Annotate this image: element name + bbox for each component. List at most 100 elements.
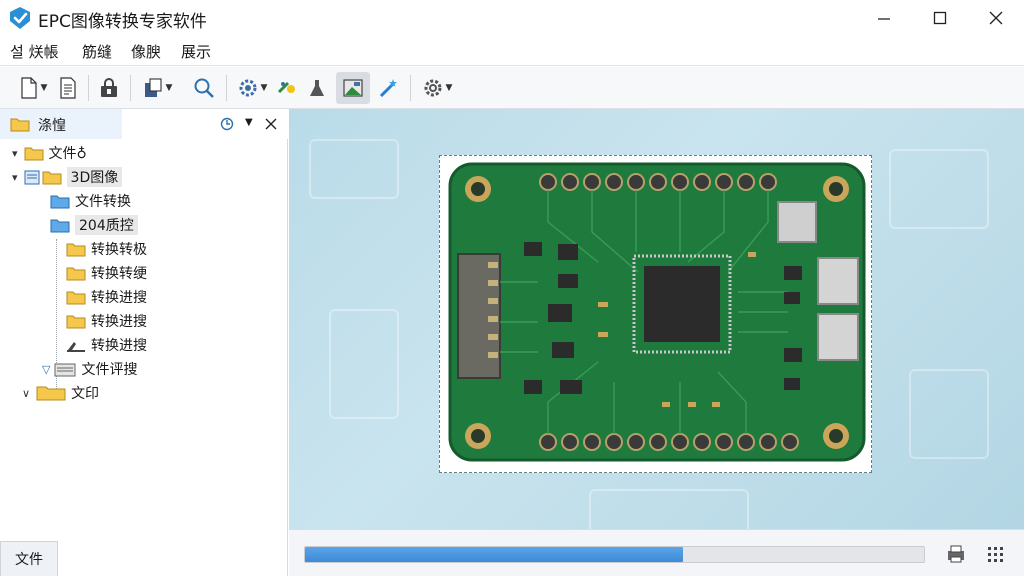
- minimize-button[interactable]: [856, 0, 912, 36]
- tree-item-label: 文件♁: [48, 146, 87, 162]
- background-trace: [909, 369, 989, 459]
- title-bar: EPC图像转换专家软件: [0, 0, 1024, 36]
- magic-wand-button[interactable]: [374, 72, 404, 104]
- folder-icon: [24, 147, 44, 160]
- expander-icon[interactable]: ▾: [12, 171, 18, 184]
- toolbar: ▼ ▼ ▼ ▼: [0, 67, 1024, 109]
- tree-item-label: 转换进搜: [91, 314, 147, 330]
- panel-tab[interactable]: 涤惶: [0, 109, 122, 139]
- menu-view[interactable]: 展示: [181, 41, 211, 62]
- close-button[interactable]: [968, 0, 1024, 36]
- search-icon: [194, 78, 214, 98]
- tree-item-label: 3D图像: [66, 167, 123, 187]
- export-button[interactable]: ▼: [136, 72, 178, 104]
- tree-item-label: 文印: [71, 386, 100, 402]
- folder-icon: [66, 315, 86, 328]
- toolbar-separator: [88, 75, 89, 101]
- bottom-tab-file[interactable]: 文件: [0, 541, 58, 576]
- progress-fill: [305, 547, 683, 562]
- folder-icon: [50, 219, 70, 232]
- menu-file[interactable]: 설 烪帳: [10, 41, 59, 62]
- menu-edit[interactable]: 筋缝: [82, 41, 112, 62]
- printer-icon[interactable]: [945, 543, 967, 565]
- panel-header: 涤惶 ▼: [0, 109, 288, 139]
- tree-item[interactable]: 转换进搜: [66, 333, 147, 357]
- pin-icon[interactable]: [220, 117, 234, 131]
- tree-item-label: 文件评搜: [81, 362, 138, 378]
- background-trace: [889, 149, 989, 229]
- progress-bar: [304, 546, 925, 563]
- folder-icon: [10, 118, 30, 132]
- close-icon: [989, 11, 1003, 25]
- tree-item-label: 转换进搜: [91, 290, 147, 306]
- tree-item[interactable]: 文件转换: [50, 189, 131, 213]
- tree-item[interactable]: 204质控: [50, 213, 138, 237]
- tree-item[interactable]: ▽ 文件评搜: [42, 357, 137, 381]
- expander-icon[interactable]: ∨: [22, 387, 30, 400]
- flask-button[interactable]: [304, 72, 330, 104]
- new-file-icon: [20, 77, 37, 99]
- menu-bar: 설 烪帳 筋缝 像腴 展示: [0, 36, 1024, 66]
- lock-icon: [101, 78, 117, 97]
- gear-button[interactable]: ▼: [416, 72, 458, 104]
- export-icon: [144, 78, 162, 97]
- tree-item[interactable]: 转换进搜: [66, 285, 147, 309]
- tree-item-label: 转换转绠: [91, 266, 147, 282]
- lock-button[interactable]: [94, 72, 124, 104]
- tree-item-label: 转换进搜: [91, 338, 147, 354]
- settings-button[interactable]: ▼: [232, 72, 272, 104]
- folder-icon: [36, 386, 66, 401]
- brush-icon: [277, 81, 295, 94]
- menu-image[interactable]: 像腴: [131, 41, 161, 62]
- document-icon: [54, 363, 76, 376]
- tree-item[interactable]: 转换转绠: [66, 261, 147, 285]
- panel-title: 涤惶: [38, 118, 66, 134]
- toolbar-separator: [130, 75, 131, 101]
- window-title: EPC图像转换专家软件: [38, 12, 207, 32]
- tree-item[interactable]: 转换转极: [66, 237, 147, 261]
- tree-item[interactable]: ▾ 3D图像: [12, 165, 123, 189]
- folder-icon: [66, 267, 86, 280]
- tree-item[interactable]: ▾ 文件♁: [12, 141, 87, 165]
- pcb-image: [448, 162, 866, 462]
- image-button[interactable]: [336, 72, 370, 104]
- magic-wand-icon: [379, 79, 397, 98]
- folder-icon: [66, 243, 86, 256]
- image-file-icon: [24, 170, 40, 184]
- new-file-button[interactable]: ▼: [14, 72, 52, 104]
- document-button[interactable]: [54, 72, 82, 104]
- brush-button[interactable]: [274, 72, 300, 104]
- folder-icon: [42, 171, 62, 184]
- gear-icon: [424, 79, 442, 97]
- grid-icon[interactable]: [984, 543, 1006, 565]
- scanner-icon: [67, 341, 85, 352]
- tree-item-label: 文件转换: [75, 194, 131, 210]
- image-canvas[interactable]: [289, 109, 1024, 529]
- minimize-icon: [878, 18, 890, 20]
- tree-item-label: 204质控: [75, 215, 138, 235]
- tree-item-label: 转换转极: [91, 242, 147, 258]
- app-logo-icon: [10, 7, 30, 29]
- folder-icon: [66, 291, 86, 304]
- search-button[interactable]: [188, 72, 220, 104]
- expander-icon[interactable]: ▽: [42, 363, 50, 376]
- project-panel: 涤惶 ▼ ▾ 文件♁ ▾ 3D图像 文件转换 204质控 转换转极 转换转绠 转…: [0, 109, 288, 576]
- image-selection[interactable]: [439, 155, 872, 473]
- settings-icon: [239, 79, 257, 97]
- folder-icon: [50, 195, 70, 208]
- tree-item[interactable]: ∨ 文印: [22, 381, 99, 405]
- maximize-icon: [933, 11, 947, 25]
- toolbar-separator: [226, 75, 227, 101]
- panel-menu-icon[interactable]: ▼: [245, 117, 253, 128]
- tree-item[interactable]: 转换进搜: [66, 309, 147, 333]
- background-trace: [589, 489, 749, 529]
- background-trace: [329, 309, 399, 419]
- flask-icon: [310, 80, 324, 96]
- expander-icon[interactable]: ▾: [12, 147, 18, 160]
- panel-close-icon[interactable]: [265, 118, 277, 130]
- document-icon: [60, 77, 76, 99]
- maximize-button[interactable]: [912, 0, 968, 36]
- status-bar: [289, 529, 1024, 576]
- toolbar-separator: [410, 75, 411, 101]
- background-trace: [309, 139, 399, 199]
